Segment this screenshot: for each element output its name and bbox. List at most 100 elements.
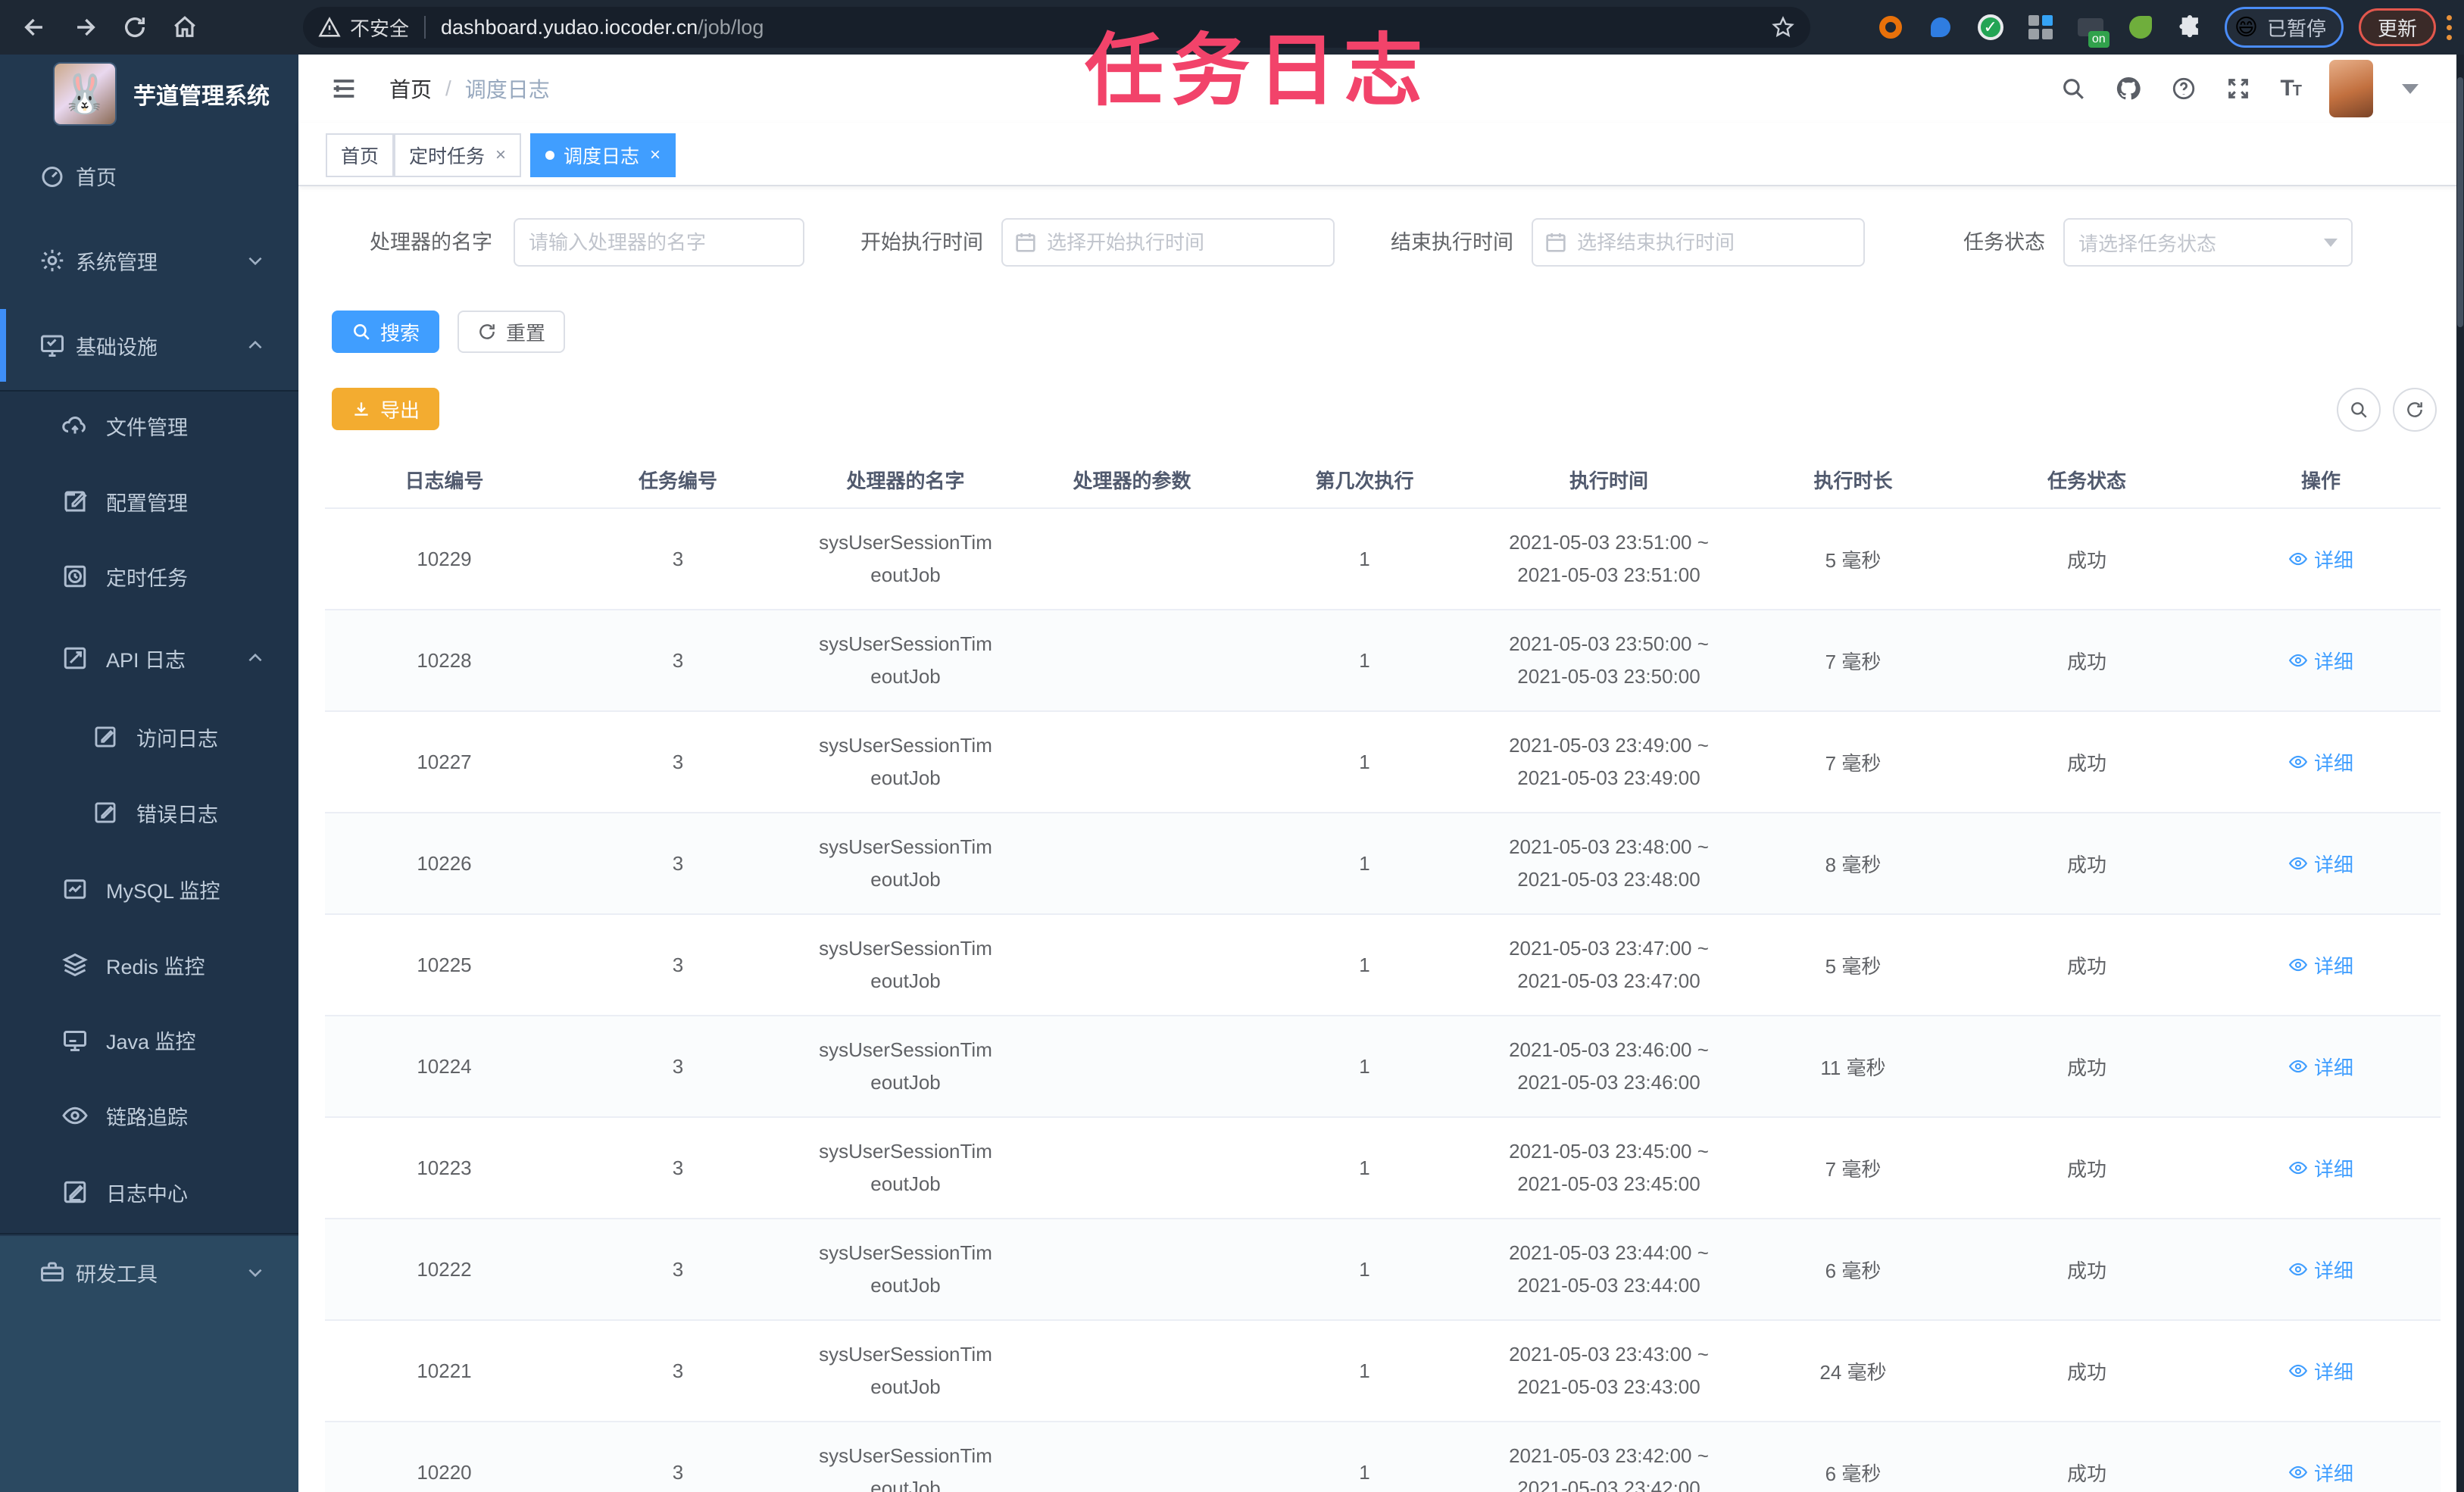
detail-link[interactable]: 详细 xyxy=(2201,915,2441,1015)
cell-execute-index: 1 xyxy=(1359,547,1370,570)
sidebar-item-scheduled-jobs[interactable]: 定时任务 xyxy=(0,538,298,614)
detail-link[interactable]: 详细 xyxy=(2201,610,2441,710)
sidebar-item-system[interactable]: 系统管理 xyxy=(0,223,298,298)
detail-link[interactable]: 详细 xyxy=(2201,1321,2441,1421)
cell-duration: 5 毫秒 xyxy=(1825,548,1882,572)
table-row: 10228 3 sysUserSessionTimeoutJob 1 2021-… xyxy=(325,610,2441,712)
detail-link[interactable]: 详细 xyxy=(2201,813,2441,913)
sidebar-toggle-icon[interactable] xyxy=(329,73,359,104)
fullscreen-icon[interactable] xyxy=(2225,76,2251,101)
browser-menu-icon[interactable] xyxy=(2447,14,2452,40)
sidebar-item-log-center[interactable]: 日志中心 xyxy=(0,1154,298,1230)
sidebar-item-error-log[interactable]: 错误日志 xyxy=(0,775,298,851)
job-status-select[interactable]: 请选择任务状态 xyxy=(2063,218,2353,267)
eye-icon xyxy=(2288,1263,2308,1276)
end-time-input[interactable] xyxy=(1532,218,1865,267)
sidebar-item-home[interactable]: 首页 xyxy=(0,138,298,214)
browser-forward-icon[interactable] xyxy=(70,12,100,42)
end-time-label: 结束执行时间 xyxy=(1391,231,1513,254)
sidebar-item-file-management[interactable]: 文件管理 xyxy=(0,388,298,464)
log-edit-icon xyxy=(91,798,120,827)
calendar-icon xyxy=(1016,233,1035,252)
toggle-search-button[interactable] xyxy=(2337,388,2381,432)
extension-icon-green-leaf[interactable] xyxy=(2125,11,2156,43)
user-menu-caret-icon[interactable] xyxy=(2402,83,2419,94)
table-row: 10223 3 sysUserSessionTimeoutJob 1 2021-… xyxy=(325,1118,2441,1219)
cell-handler-name: sysUserSessionTimeoutJob xyxy=(819,1038,992,1094)
detail-link[interactable]: 详细 xyxy=(2201,509,2441,609)
app-logo-area[interactable]: 🐰 芋道管理系统 xyxy=(0,55,298,133)
dashboard-icon xyxy=(38,161,67,190)
cell-execute-index: 1 xyxy=(1359,851,1370,875)
sidebar-item-tracing[interactable]: 链路追踪 xyxy=(0,1078,298,1153)
browser-home-icon[interactable] xyxy=(170,12,200,42)
browser-back-icon[interactable] xyxy=(20,12,50,42)
extension-icon-on-switch[interactable]: on xyxy=(2075,11,2110,48)
profile-paused-chip[interactable]: 😄 已暂停 xyxy=(2224,7,2344,48)
chevron-up-icon xyxy=(245,336,265,355)
cell-execute-time: 2021-05-03 23:42:00 ~ 2021-05-03 23:42:0… xyxy=(1509,1444,1709,1492)
col-status: 任务状态 xyxy=(2047,470,2126,492)
detail-link[interactable]: 详细 xyxy=(2201,1118,2441,1218)
chevron-up-icon xyxy=(245,648,265,668)
job-status-label: 任务状态 xyxy=(1963,231,2045,254)
desktop-icon xyxy=(61,1025,89,1054)
cell-job-id: 3 xyxy=(672,1054,684,1078)
extensions-puzzle-icon[interactable] xyxy=(2175,11,2206,43)
close-tab-icon[interactable]: × xyxy=(650,145,661,166)
gear-icon xyxy=(38,246,67,275)
cell-log-id: 10225 xyxy=(417,953,472,976)
sidebar-item-mysql-monitor[interactable]: MySQL 监控 xyxy=(0,851,298,927)
start-time-input[interactable] xyxy=(1001,218,1335,267)
detail-link[interactable]: 详细 xyxy=(2201,1219,2441,1319)
cell-log-id: 10229 xyxy=(417,547,472,570)
toolbox-icon xyxy=(38,1258,67,1287)
page-scrollbar[interactable] xyxy=(2456,55,2464,1492)
tab-home[interactable]: 首页 xyxy=(326,133,395,177)
export-button[interactable]: 导出 xyxy=(332,388,439,430)
detail-link[interactable]: 详细 xyxy=(2201,1422,2441,1492)
cell-status: 成功 xyxy=(2066,751,2106,775)
detail-link[interactable]: 详细 xyxy=(2201,712,2441,812)
detail-link[interactable]: 详细 xyxy=(2201,1016,2441,1116)
breadcrumb-home[interactable]: 首页 xyxy=(389,73,432,104)
close-tab-icon[interactable]: × xyxy=(495,145,506,166)
tab-scheduled-jobs[interactable]: 定时任务 × xyxy=(394,133,522,177)
browser-reload-icon[interactable] xyxy=(120,12,150,42)
sidebar-item-infrastructure[interactable]: 基础设施 xyxy=(0,307,298,383)
handler-name-input[interactable] xyxy=(514,218,804,267)
tab-job-log[interactable]: 调度日志 × xyxy=(530,133,676,177)
sidebar-item-java-monitor[interactable]: Java 监控 xyxy=(0,1002,298,1078)
reset-button[interactable]: 重置 xyxy=(458,311,565,353)
cell-execute-time: 2021-05-03 23:50:00 ~ 2021-05-03 23:50:0… xyxy=(1509,632,1709,688)
refresh-table-button[interactable] xyxy=(2393,388,2437,432)
cell-job-id: 3 xyxy=(672,1359,684,1382)
extension-icon-green-check[interactable]: ✓ xyxy=(1975,11,2006,43)
help-icon[interactable] xyxy=(2171,76,2197,101)
font-size-icon[interactable]: TT xyxy=(2280,76,2302,101)
user-avatar[interactable] xyxy=(2329,60,2373,117)
sidebar-item-redis-monitor[interactable]: Redis 监控 xyxy=(0,927,298,1003)
emoji-extension-icon: 😄 xyxy=(2234,14,2258,40)
log-edit-icon xyxy=(61,1178,89,1206)
bookmark-star-icon[interactable] xyxy=(1771,15,1795,39)
cell-execute-index: 1 xyxy=(1359,1359,1370,1382)
extension-icon-blue-pin[interactable] xyxy=(1925,11,1957,43)
browser-update-button[interactable]: 更新 xyxy=(2358,8,2436,46)
github-icon[interactable] xyxy=(2115,75,2142,102)
extension-icon-orange-ring[interactable] xyxy=(1875,11,1907,43)
extension-icon-grid[interactable] xyxy=(2025,11,2056,43)
sidebar-item-dev-tools[interactable]: 研发工具 xyxy=(0,1234,298,1310)
eye-icon xyxy=(2288,857,2308,870)
header-search-icon[interactable] xyxy=(2060,76,2086,101)
col-duration: 执行时长 xyxy=(1813,470,1893,492)
scrollbar-thumb[interactable] xyxy=(2457,77,2463,327)
eye-icon xyxy=(2288,1060,2308,1073)
sidebar-item-config-management[interactable]: 配置管理 xyxy=(0,464,298,539)
address-bar[interactable]: 不安全 dashboard.yudao.iocoder.cn/job/log xyxy=(303,7,1810,48)
sidebar-item-api-log[interactable]: API 日志 xyxy=(0,620,298,696)
search-button[interactable]: 搜索 xyxy=(332,311,439,353)
monitor-icon xyxy=(38,331,67,360)
breadcrumb-current: 调度日志 xyxy=(464,78,550,101)
sidebar-item-access-log[interactable]: 访问日志 xyxy=(0,699,298,775)
